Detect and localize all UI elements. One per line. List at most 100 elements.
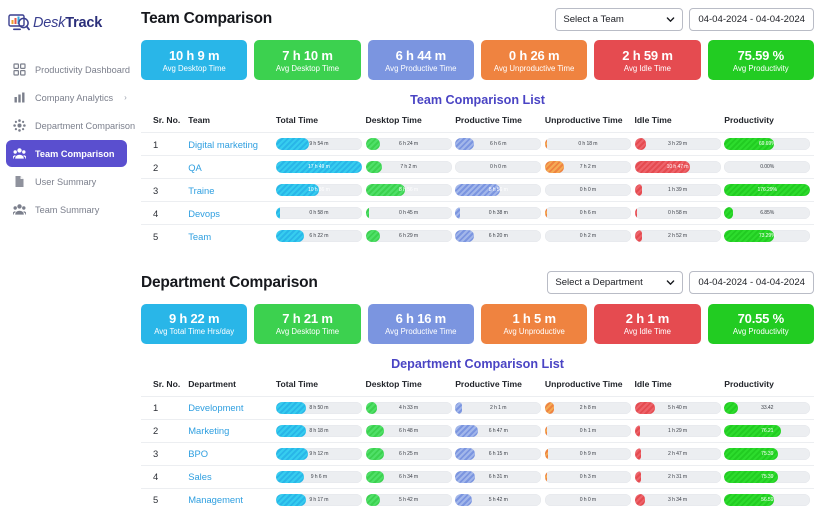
kpi-label: Avg Idle Time	[624, 64, 671, 73]
metric-cell: 69.69%	[724, 133, 814, 156]
table-header-row: Sr. No.DepartmentTotal TimeDesktop TimeP…	[141, 379, 814, 397]
metric-cell: 6 h 6 m	[455, 133, 545, 156]
sidebar-item-label: Company Analytics	[35, 93, 113, 103]
team-name-link[interactable]: Devops	[188, 202, 276, 225]
metric-cell: 0 h 0 m	[545, 488, 635, 511]
table-row: 2QA17 h 49 m7 h 2 m0 h 0 m7 h 2 m10 h 47…	[141, 156, 814, 179]
team-kpi-card: 75.59 %Avg Productivity	[708, 40, 814, 80]
brand-logo[interactable]: DeskTrack	[0, 8, 133, 32]
column-header: Idle Time	[635, 115, 725, 133]
progress-bar: 9 h 17 m	[276, 494, 362, 506]
metric-cell: 1 h 29 m	[635, 419, 725, 442]
department-kpi-card: 7 h 21 mAvg Desktop Time	[254, 304, 360, 344]
progress-bar-value: 10 h 36 m	[276, 184, 362, 196]
department-date-range-picker[interactable]: 04-04-2024 - 04-04-2024	[689, 271, 814, 294]
table-row: 1Development8 h 50 m4 h 33 m2 h 1 m2 h 8…	[141, 396, 814, 419]
progress-bar-value: 4 h 33 m	[366, 402, 452, 414]
network-icon	[13, 119, 26, 132]
progress-bar: 0 h 45 m	[366, 207, 452, 219]
metric-cell: 1 h 39 m	[635, 179, 725, 202]
progress-bar-value: 5 h 42 m	[366, 494, 452, 506]
team-select-value: Select a Team	[563, 14, 666, 25]
sidebar-item-user-summary[interactable]: User Summary	[6, 168, 127, 195]
metric-cell: 2 h 1 m	[455, 396, 545, 419]
table-header-row: Sr. No.TeamTotal TimeDesktop TimeProduct…	[141, 115, 814, 133]
metric-cell: 3 h 29 m	[635, 133, 725, 156]
metric-cell: 10 h 36 m	[276, 179, 366, 202]
metric-cell: 0 h 1 m	[545, 419, 635, 442]
progress-bar-value: 7 h 2 m	[545, 161, 631, 173]
progress-bar-value: 2 h 47 m	[635, 448, 721, 460]
progress-bar: 2 h 47 m	[635, 448, 721, 460]
sidebar-item-company-analytics[interactable]: Company Analytics ›	[6, 84, 127, 111]
progress-bar: 0 h 2 m	[545, 230, 631, 242]
progress-bar-value: 0 h 2 m	[545, 230, 631, 242]
team-name-link[interactable]: Traine	[188, 179, 276, 202]
table-row: 1Digital marketing9 h 54 m6 h 24 m6 h 6 …	[141, 133, 814, 156]
team-select[interactable]: Select a Team	[555, 8, 683, 31]
progress-bar-value: 75.39	[724, 471, 810, 483]
progress-bar: 33.42	[724, 402, 810, 414]
sidebar-item-department-comparison[interactable]: Department Comparison	[6, 112, 127, 139]
sidebar-item-team-summary[interactable]: Team Summary	[6, 196, 127, 223]
progress-bar-value: 2 h 52 m	[635, 230, 721, 242]
table-row: 4Sales9 h 6 m6 h 34 m6 h 31 m0 h 3 m2 h …	[141, 465, 814, 488]
metric-cell: 6.85%	[724, 202, 814, 225]
progress-bar: 6 h 15 m	[455, 448, 541, 460]
progress-bar-value: 0 h 0 m	[545, 494, 631, 506]
department-date-range-value: 04-04-2024 - 04-04-2024	[698, 277, 805, 288]
metric-cell: 75.39	[724, 442, 814, 465]
team-name-link[interactable]: Digital marketing	[188, 133, 276, 156]
progress-bar: 0 h 58 m	[276, 207, 362, 219]
progress-bar-value: 6 h 47 m	[455, 425, 541, 437]
metric-cell: 0 h 6 m	[545, 202, 635, 225]
department-table-head: Sr. No.DepartmentTotal TimeDesktop TimeP…	[141, 379, 814, 397]
department-name-link[interactable]: BPO	[188, 442, 276, 465]
metric-cell: 0 h 58 m	[635, 202, 725, 225]
table-row: 3BPO9 h 12 m6 h 25 m6 h 15 m0 h 9 m2 h 4…	[141, 442, 814, 465]
metric-cell: 0 h 0 m	[545, 179, 635, 202]
team-kpi-card: 2 h 59 mAvg Idle Time	[594, 40, 700, 80]
progress-bar-value: 6 h 20 m	[455, 230, 541, 242]
progress-bar: 6 h 24 m	[366, 138, 452, 150]
metric-cell: 5 h 42 m	[455, 488, 545, 511]
team-kpi-card: 10 h 9 mAvg Desktop Time	[141, 40, 247, 80]
column-header: Unproductive Time	[545, 379, 635, 397]
progress-bar: 0 h 38 m	[455, 207, 541, 219]
department-name-link[interactable]: Development	[188, 396, 276, 419]
department-name-link[interactable]: Marketing	[188, 419, 276, 442]
department-name-link[interactable]: Management	[188, 488, 276, 511]
progress-bar-value: 5 h 40 m	[635, 402, 721, 414]
progress-bar-value: 1 h 39 m	[635, 184, 721, 196]
progress-bar-value: 0 h 0 m	[545, 184, 631, 196]
progress-bar-value: 6 h 48 m	[366, 425, 452, 437]
progress-bar-value: 0.00%	[724, 161, 810, 173]
team-name-link[interactable]: Team	[188, 225, 276, 248]
app-root: DeskTrack Productivity Dashboard Company…	[0, 0, 822, 514]
row-index-cell: 5	[141, 225, 188, 248]
department-select[interactable]: Select a Department	[547, 271, 683, 294]
department-name-link[interactable]: Sales	[188, 465, 276, 488]
progress-bar-value: 6 h 25 m	[366, 448, 452, 460]
progress-bar-value: 6 h 31 m	[455, 471, 541, 483]
progress-bar: 8 h 18 m	[276, 425, 362, 437]
progress-bar-value: 8 h 56 m	[455, 184, 541, 196]
progress-bar: 1 h 39 m	[635, 184, 721, 196]
team-table-head: Sr. No.TeamTotal TimeDesktop TimeProduct…	[141, 115, 814, 133]
sidebar-item-team-comparison[interactable]: Team Comparison	[6, 140, 127, 167]
metric-cell: 0 h 3 m	[545, 465, 635, 488]
sidebar-item-productivity-dashboard[interactable]: Productivity Dashboard	[6, 56, 127, 83]
progress-bar: 75.39	[724, 448, 810, 460]
department-kpi-card: 2 h 1 mAvg Idle Time	[594, 304, 700, 344]
progress-bar: 75.39	[724, 471, 810, 483]
column-header: Unproductive Time	[545, 115, 635, 133]
progress-bar-value: 3 h 29 m	[635, 138, 721, 150]
team-date-range-picker[interactable]: 04-04-2024 - 04-04-2024	[689, 8, 814, 31]
progress-bar: 0 h 58 m	[635, 207, 721, 219]
progress-bar-value: 33.42	[724, 402, 810, 414]
team-section-header: Team Comparison Select a Team 04-04-2024…	[141, 0, 814, 38]
row-index-cell: 3	[141, 179, 188, 202]
row-index-cell: 2	[141, 419, 188, 442]
metric-cell: 6 h 34 m	[366, 465, 456, 488]
team-name-link[interactable]: QA	[188, 156, 276, 179]
